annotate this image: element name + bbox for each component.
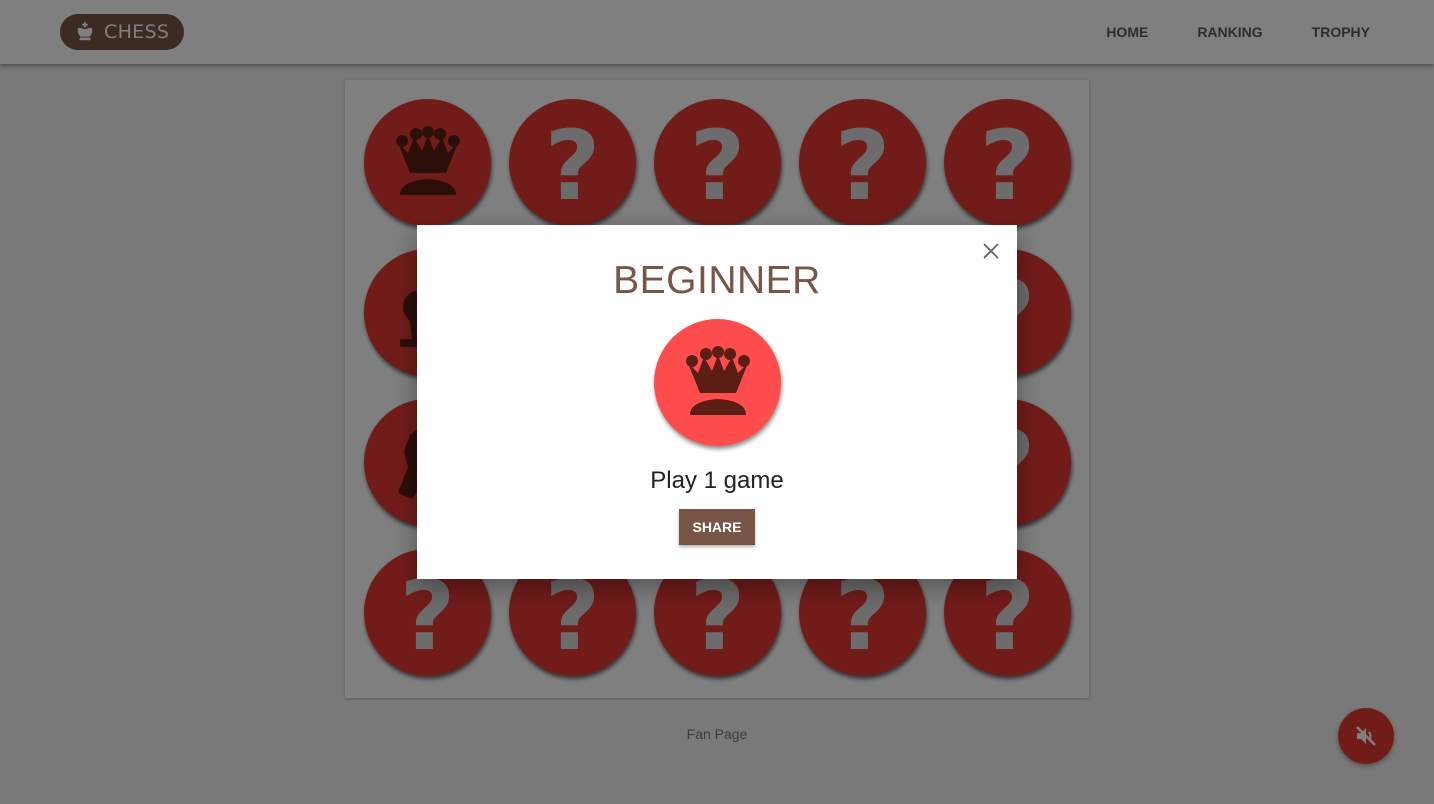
close-icon[interactable] [981, 241, 1001, 261]
trophy-badge [654, 319, 781, 446]
share-button[interactable]: SHARE [679, 509, 755, 545]
chess-queen-icon [686, 346, 750, 415]
modal-title: BEGINNER [613, 259, 821, 302]
modal-description: Play 1 game [650, 467, 784, 494]
trophy-modal: BEGINNER Play 1 game SHARE [417, 225, 1017, 579]
